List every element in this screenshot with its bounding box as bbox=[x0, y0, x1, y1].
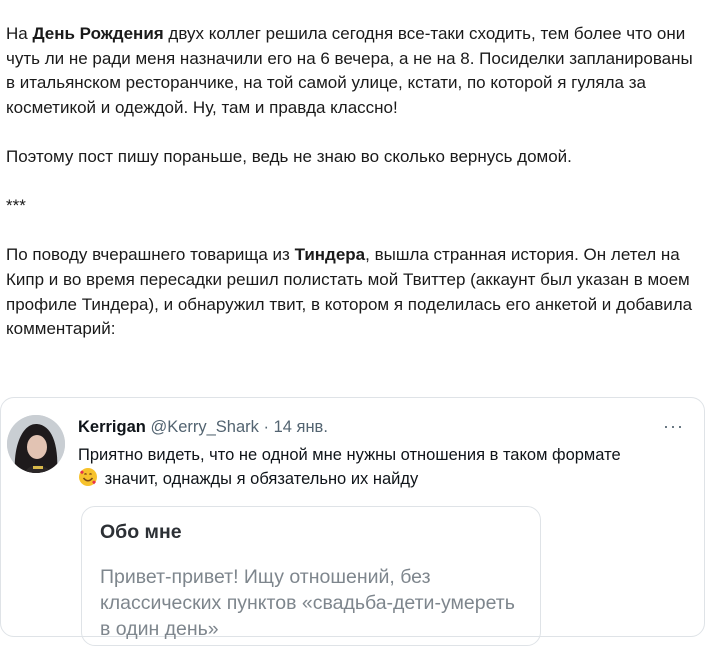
more-options-icon[interactable]: ··· bbox=[663, 416, 684, 437]
tweet-header: Kerrigan @Kerry_Shark · 14 янв. bbox=[78, 417, 328, 437]
paragraph-text: По поводу вчерашнего товарища из bbox=[6, 245, 295, 265]
avatar-image-icon bbox=[7, 415, 65, 473]
tweet-image-card[interactable]: Обо мне Привет-привет! Ищу отношений, бе… bbox=[81, 506, 541, 646]
card-title: Обо мне bbox=[100, 521, 182, 543]
article-text: На День Рождения двух коллег решила сего… bbox=[6, 22, 696, 342]
bold-phrase: День Рождения bbox=[32, 24, 164, 43]
tweet-text-line: Приятно видеть, что не одной мне нужны о… bbox=[78, 446, 621, 464]
separator-dot: · bbox=[258, 418, 274, 436]
bold-phrase: Тиндера bbox=[294, 245, 366, 265]
avatar[interactable] bbox=[7, 415, 65, 473]
separator: *** bbox=[6, 196, 26, 216]
author-handle[interactable]: @Kerry_Shark bbox=[150, 418, 258, 436]
tweet-text-line: значит, однажды я обязательно их найду bbox=[78, 467, 688, 491]
paragraph-tinder: По поводу вчерашнего товарища из Тиндера… bbox=[6, 243, 696, 341]
tweet-text-line: значит, однажды я обязательно их найду bbox=[100, 470, 419, 488]
paragraph-text: На bbox=[6, 24, 33, 43]
tweet-date[interactable]: 14 янв. bbox=[274, 418, 328, 436]
card-body: Привет-привет! Ищу отношений, без класси… bbox=[100, 566, 515, 640]
embedded-tweet[interactable]: Kerrigan @Kerry_Shark · 14 янв. ··· Прия… bbox=[0, 397, 705, 646]
smiling-face-with-hearts-icon bbox=[79, 468, 97, 486]
paragraph-birthday: На День Рождения двух коллег решила сего… bbox=[6, 22, 696, 120]
paragraph-post-early: Поэтому пост пишу пораньше, ведь не знаю… bbox=[6, 146, 572, 166]
tweet-text: Приятно видеть, что не одной мне нужны о… bbox=[78, 444, 688, 491]
author-name[interactable]: Kerrigan bbox=[78, 418, 146, 436]
